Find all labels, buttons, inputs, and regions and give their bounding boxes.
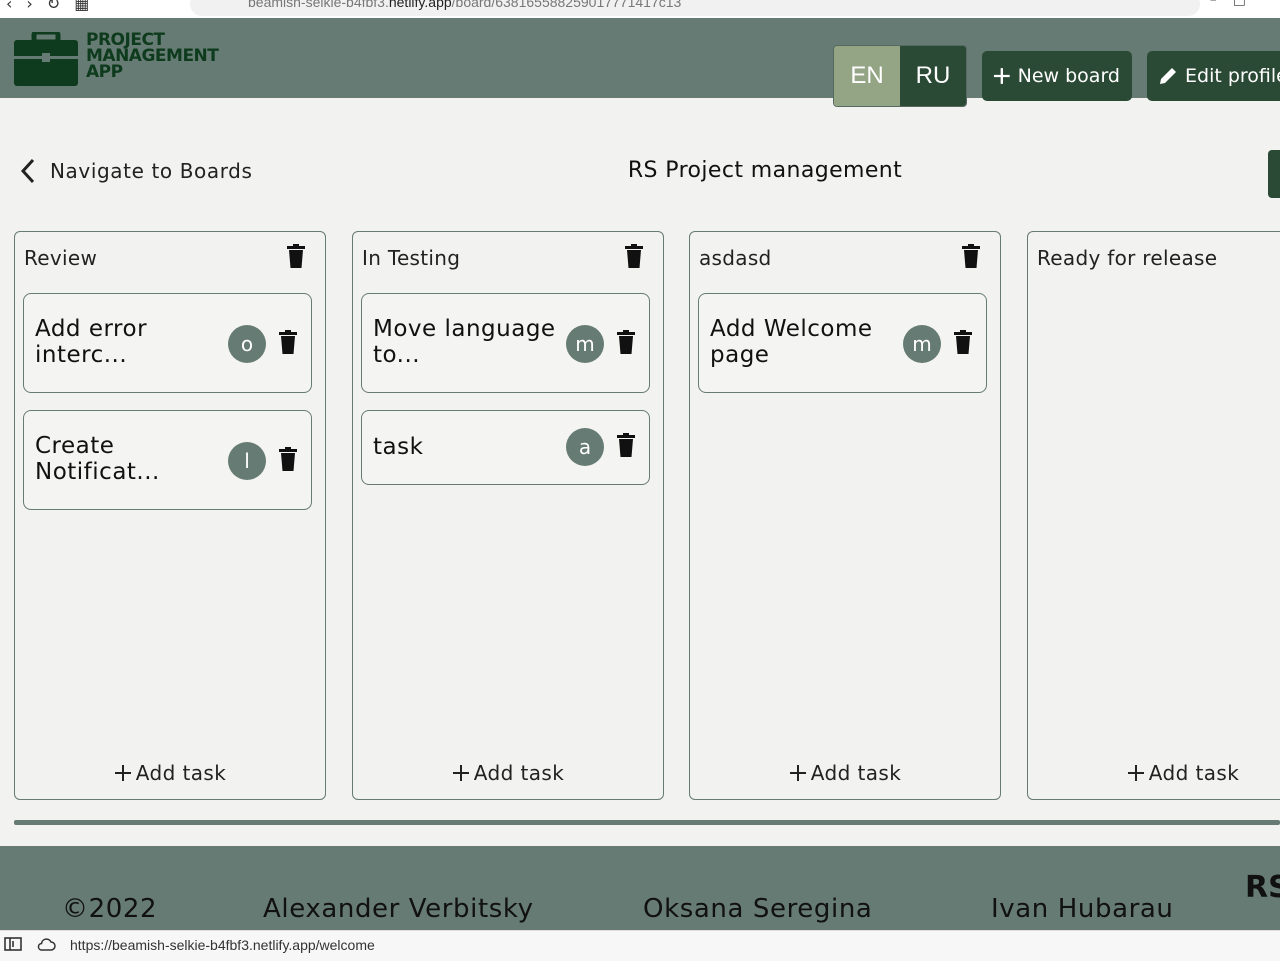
sidebar-toggle-icon[interactable] bbox=[4, 937, 22, 951]
plus-icon bbox=[993, 68, 1010, 84]
column-ready-for-release: Ready for release Add task bbox=[1027, 231, 1280, 800]
column-title: asdasd bbox=[699, 246, 772, 270]
plus-icon bbox=[452, 765, 469, 781]
column-asdasd: asdasd Add Welcome page m Add task bbox=[689, 231, 1001, 800]
plus-icon bbox=[789, 765, 806, 781]
logo-text: PROJECT MANAGEMENT APP bbox=[86, 32, 219, 82]
copyright: ©2022 bbox=[62, 894, 158, 924]
author-link[interactable]: Ivan Hubarau bbox=[991, 894, 1174, 924]
column-in-testing: In Testing Move language to... m task a … bbox=[352, 231, 664, 800]
new-board-button[interactable]: New board bbox=[982, 51, 1132, 101]
add-task-label: Add task bbox=[135, 761, 227, 785]
task-title: Add Welcome page bbox=[710, 316, 873, 368]
lang-en-button[interactable]: EN bbox=[834, 46, 900, 106]
add-task-label: Add task bbox=[810, 761, 902, 785]
window-controls-icon[interactable]: –□ bbox=[1210, 0, 1262, 8]
plus-icon bbox=[1127, 765, 1144, 781]
url-prefix: beamish-selkie-b4fbf3. bbox=[248, 0, 389, 10]
add-column-button[interactable] bbox=[1268, 150, 1280, 198]
url-path: /board/638165588259017771417c13 bbox=[451, 0, 682, 10]
column-title: Review bbox=[24, 246, 98, 270]
logo-line: APP bbox=[86, 62, 123, 82]
task-card[interactable]: task a bbox=[361, 410, 650, 485]
trash-icon[interactable] bbox=[279, 330, 297, 354]
rs-school-logo[interactable]: RS bbox=[1245, 873, 1280, 903]
assignee-avatar: m bbox=[566, 325, 604, 363]
browser-nav-icons[interactable]: ‹›↻▦ bbox=[6, 0, 103, 13]
browser-address-bar[interactable]: beamish-selkie-b4fbf3.netlify.app/board/… bbox=[190, 0, 1200, 16]
cloud-icon[interactable] bbox=[36, 937, 56, 951]
add-task-label: Add task bbox=[1148, 761, 1240, 785]
assignee-avatar: a bbox=[566, 428, 604, 466]
add-task-label: Add task bbox=[473, 761, 565, 785]
board-title: RS Project management bbox=[627, 158, 903, 183]
lang-ru-button[interactable]: RU bbox=[900, 46, 966, 106]
trash-icon[interactable] bbox=[617, 433, 635, 457]
column-review: Review Add error interc... o Create Noti… bbox=[14, 231, 326, 800]
status-link-url: https://beamish-selkie-b4fbf3.netlify.ap… bbox=[70, 937, 375, 953]
horizontal-scrollbar[interactable] bbox=[14, 820, 1280, 825]
trash-icon[interactable] bbox=[279, 447, 297, 471]
add-task-button[interactable]: Add task bbox=[353, 761, 663, 785]
trash-icon[interactable] bbox=[617, 330, 635, 354]
assignee-avatar: m bbox=[903, 325, 941, 363]
task-card[interactable]: Add Welcome page m bbox=[698, 293, 987, 393]
assignee-avatar: l bbox=[228, 442, 266, 480]
trash-icon[interactable] bbox=[287, 244, 305, 268]
edit-profile-button[interactable]: Edit profile bbox=[1147, 51, 1280, 101]
url-domain: netlify.app bbox=[388, 0, 452, 10]
browser-toolbar: ‹›↻▦ beamish-selkie-b4fbf3.netlify.app/b… bbox=[0, 0, 1280, 18]
task-title: Move language to... bbox=[373, 316, 556, 368]
app-header: PROJECT MANAGEMENT APP EN RU New board E… bbox=[0, 18, 1280, 107]
assignee-avatar: o bbox=[228, 325, 266, 363]
plus-icon bbox=[114, 765, 131, 781]
app-logo[interactable]: PROJECT MANAGEMENT APP bbox=[14, 32, 242, 86]
task-card[interactable]: Move language to... m bbox=[361, 293, 650, 393]
trash-icon[interactable] bbox=[625, 244, 643, 268]
task-card[interactable]: Add error interc... o bbox=[23, 293, 312, 393]
author-link[interactable]: Oksana Seregina bbox=[643, 894, 872, 924]
trash-icon[interactable] bbox=[962, 244, 980, 268]
column-title: Ready for release bbox=[1037, 246, 1218, 270]
new-board-label: New board bbox=[1017, 65, 1120, 87]
task-title: Add error interc... bbox=[35, 316, 148, 368]
task-title: Create Notificat... bbox=[35, 433, 160, 485]
edit-profile-label: Edit profile bbox=[1185, 65, 1280, 87]
task-title: task bbox=[373, 434, 424, 460]
author-link[interactable]: Alexander Verbitsky bbox=[263, 894, 534, 924]
task-card[interactable]: Create Notificat... l bbox=[23, 410, 312, 510]
pencil-icon bbox=[1160, 68, 1176, 84]
trash-icon[interactable] bbox=[954, 330, 972, 354]
add-task-button[interactable]: Add task bbox=[1028, 761, 1280, 785]
column-title: In Testing bbox=[362, 246, 461, 270]
add-task-button[interactable]: Add task bbox=[690, 761, 1000, 785]
browser-status-bar: https://beamish-selkie-b4fbf3.netlify.ap… bbox=[0, 930, 1280, 961]
language-switch: EN RU bbox=[833, 45, 967, 107]
briefcase-icon bbox=[14, 32, 78, 86]
add-task-button[interactable]: Add task bbox=[15, 761, 325, 785]
